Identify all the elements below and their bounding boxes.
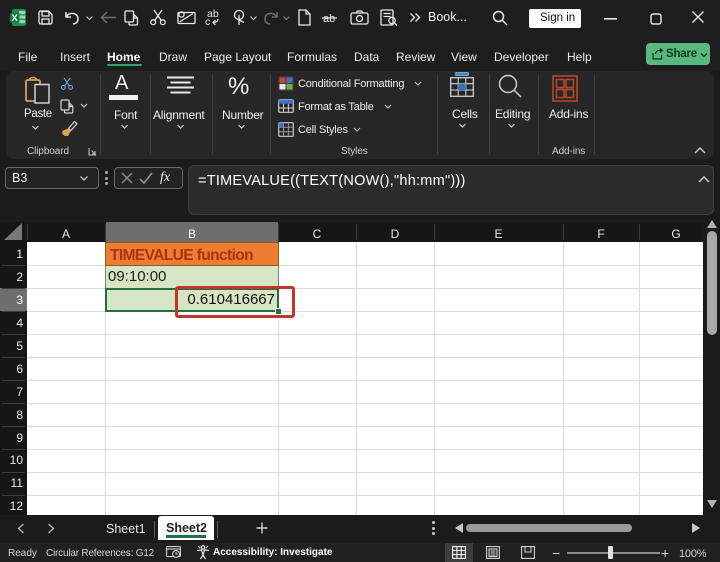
svg-text:X: X	[12, 13, 19, 24]
svg-text:ab: ab	[323, 13, 335, 25]
svg-text:c: c	[205, 16, 210, 28]
